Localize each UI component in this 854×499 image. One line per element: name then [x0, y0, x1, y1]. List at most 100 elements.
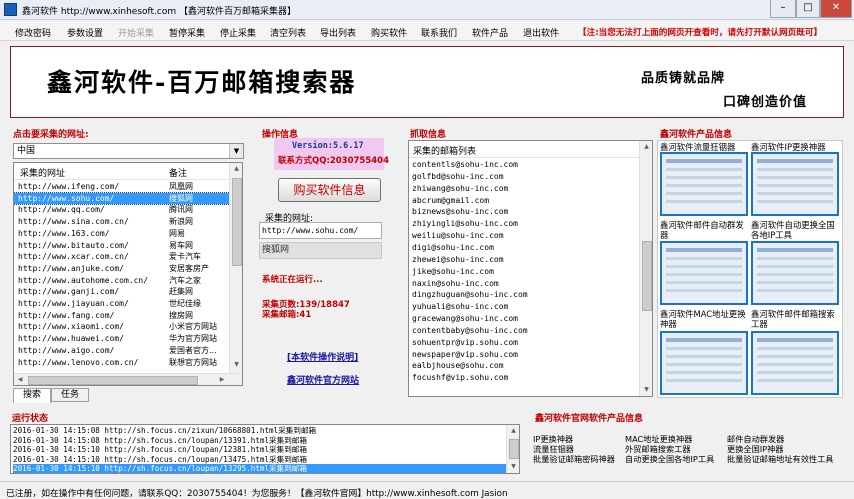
current-site-name: 搜狐网 [259, 242, 382, 259]
table-row[interactable]: http://www.sina.com.cn/新浪网 [14, 216, 230, 228]
product-card[interactable]: 鑫河软件邮件自动群发器 [660, 220, 750, 240]
list-item[interactable]: sohuentpr@vip.sohu.com [412, 337, 518, 349]
scroll-up-icon[interactable]: ▲ [640, 141, 652, 153]
menu-start-collect[interactable]: 开始采集 [118, 26, 154, 39]
list-item[interactable]: newspaper@vip.sohu.com [412, 349, 518, 361]
list-item[interactable]: dingzhuguan@sohu-inc.com [412, 289, 528, 301]
table-row[interactable]: http://www.sohu.com/搜狐网 [14, 191, 231, 206]
table-row[interactable]: http://www.jiayuan.com/世纪佳缘 [14, 298, 230, 310]
product-card[interactable]: 鑫河软件自动更换全国各地IP工具 [751, 220, 841, 240]
email-column-header[interactable]: 采集的邮箱列表 [413, 144, 476, 157]
table-row[interactable]: http://www.anjuke.com/安居客房产 [14, 263, 230, 275]
tab-task[interactable]: 任务 [51, 388, 89, 402]
list-item[interactable]: zhiyingli@sohu-inc.com [412, 218, 518, 230]
minimize-button[interactable]: – [770, 0, 796, 18]
menu-stop-collect[interactable]: 停止采集 [220, 26, 256, 39]
email-list-vscroll[interactable]: ▲ ▼ [639, 141, 652, 396]
list-item[interactable]: contentls@sohu-inc.com [412, 159, 518, 171]
status-text: 已注册，如在操作中有任何问题，请联系QQ：2030755404！为您服务！【鑫河… [6, 489, 508, 499]
table-row[interactable]: http://www.ganji.com/赶集网 [14, 286, 230, 298]
table-row[interactable]: http://www.aigo.com/爱国者官方... [14, 345, 230, 357]
banner-title: 鑫河软件-百万邮箱搜索器 [47, 68, 357, 97]
log-row[interactable]: 2016-01-30 14:15:10 http://sh.focus.cn/l… [13, 464, 507, 473]
product-card-label: 鑫河软件邮件自动群发器 [660, 220, 744, 240]
menu-exit[interactable]: 退出软件 [523, 26, 559, 39]
table-row[interactable]: http://www.fang.com/搜房网 [14, 310, 230, 322]
chevron-down-icon[interactable]: ▼ [229, 144, 243, 158]
official-site-link[interactable]: 鑫河软件官方网站 [287, 373, 359, 386]
log-vscroll[interactable]: ▲ ▼ [506, 425, 519, 473]
hscroll-thumb[interactable] [28, 376, 198, 385]
scroll-thumb[interactable] [642, 241, 652, 311]
list-item[interactable]: weiliu@sohu-inc.com [412, 230, 504, 242]
log-row[interactable]: 2016-01-30 14:15:08 http://sh.focus.cn/z… [13, 426, 507, 436]
list-item[interactable]: abcrum@gmail.com [412, 195, 489, 207]
scroll-down-icon[interactable]: ▼ [640, 384, 652, 396]
log-row[interactable]: 2016-01-30 14:15:10 http://sh.focus.cn/l… [13, 445, 507, 455]
product-screenshot-image[interactable] [751, 241, 839, 305]
row-url: http://www.xiaomi.com/ [18, 322, 124, 332]
scroll-thumb[interactable] [232, 178, 242, 266]
scroll-down-icon[interactable]: ▼ [507, 461, 519, 473]
region-select[interactable]: 中国 ▼ [13, 143, 244, 159]
close-button[interactable]: ✕ [820, 0, 852, 18]
product-screenshot-image[interactable] [751, 331, 839, 395]
menu-clear-list[interactable]: 清空列表 [270, 26, 306, 39]
list-item[interactable]: gracewang@sohu-inc.com [412, 313, 518, 325]
menu-contact-us[interactable]: 联系我们 [421, 26, 457, 39]
column-header-note[interactable]: 备注 [169, 166, 187, 179]
menu-change-password[interactable]: 修改密码 [15, 26, 51, 39]
help-link[interactable]: [本软件操作说明] [287, 350, 358, 363]
product-screenshot-image[interactable] [751, 152, 839, 216]
url-table-hscroll[interactable]: ◀ ▶ [14, 373, 242, 385]
list-item[interactable]: golfbd@sohu-inc.com [412, 171, 504, 183]
column-header-url[interactable]: 采集的网址 [20, 166, 65, 179]
table-row[interactable]: http://www.lenovo.com.cn/联想官方网站 [14, 357, 230, 369]
table-row[interactable]: http://www.autohome.com.cn/汽车之家 [14, 275, 230, 287]
scroll-left-icon[interactable]: ◀ [14, 374, 26, 385]
product-card[interactable]: 鑫河软件邮件邮箱搜索工器 [751, 309, 841, 329]
scroll-right-icon[interactable]: ▶ [216, 374, 228, 385]
product-card[interactable]: 鑫河软件MAC地址更换神器 [660, 309, 750, 329]
scroll-down-icon[interactable]: ▼ [230, 359, 242, 371]
official-product-link[interactable]: 批量验证邮箱密码神器 [533, 453, 615, 465]
row-url: http://www.qq.com/ [18, 205, 105, 215]
table-row[interactable]: http://www.163.com/网易 [14, 228, 230, 240]
menu-export-list[interactable]: 导出列表 [320, 26, 356, 39]
list-item[interactable]: jike@sohu-inc.com [412, 266, 494, 278]
list-item[interactable]: ealbjhouse@sohu.com [412, 360, 504, 372]
row-url: http://www.autohome.com.cn/ [18, 275, 149, 285]
current-url-field[interactable]: http://www.sohu.com/ [259, 222, 382, 239]
url-table-vscroll[interactable]: ▲ ▼ [229, 163, 242, 373]
table-row[interactable]: http://www.qq.com/腾讯网 [14, 204, 230, 216]
menu-buy-software[interactable]: 购买软件 [371, 26, 407, 39]
product-screenshot-image[interactable] [660, 152, 748, 216]
email-list: 采集的邮箱列表 contentls@sohu-inc.com golfbd@soh… [408, 140, 653, 397]
menu-pause-collect[interactable]: 暂停采集 [169, 26, 205, 39]
list-item[interactable]: zhiwang@sohu-inc.com [412, 183, 508, 195]
official-product-link[interactable]: 自动更换全国各地IP工具 [625, 453, 714, 465]
table-row[interactable]: http://www.huawei.com/华为官方网站 [14, 333, 230, 345]
buy-button[interactable]: 购买软件信息 [278, 178, 381, 202]
table-row[interactable]: http://www.bitauto.com/易车网 [14, 240, 230, 252]
menu-products[interactable]: 软件产品 [472, 26, 508, 39]
list-item[interactable]: yuhuali@sohu-inc.com [412, 301, 508, 313]
product-screenshot-image[interactable] [660, 331, 748, 395]
maximize-button[interactable]: □ [796, 0, 820, 18]
official-product-link[interactable]: 批量验证邮箱地址有效性工具 [727, 453, 833, 465]
table-row[interactable]: http://www.ifeng.com/凤凰网 [14, 181, 230, 193]
list-item[interactable]: digi@sohu-inc.com [412, 242, 494, 254]
list-item[interactable]: zhewei@sohu-inc.com [412, 254, 504, 266]
product-screenshot-image[interactable] [660, 241, 748, 305]
list-item[interactable]: focushf@vip.sohu.com [412, 372, 508, 384]
menu-settings[interactable]: 参数设置 [67, 26, 103, 39]
scroll-up-icon[interactable]: ▲ [507, 425, 519, 437]
scroll-up-icon[interactable]: ▲ [230, 163, 242, 175]
tab-search[interactable]: 搜索 [13, 388, 51, 403]
list-item[interactable]: biznews@sohu-inc.com [412, 206, 508, 218]
scroll-thumb[interactable] [509, 439, 519, 459]
table-row[interactable]: http://www.xiaomi.com/小米官方网站 [14, 321, 230, 333]
list-item[interactable]: naxin@sohu-inc.com [412, 278, 499, 290]
list-item[interactable]: contentbaby@sohu-inc.com [412, 325, 528, 337]
table-row[interactable]: http://www.xcar.com.cn/爱卡汽车 [14, 251, 230, 263]
